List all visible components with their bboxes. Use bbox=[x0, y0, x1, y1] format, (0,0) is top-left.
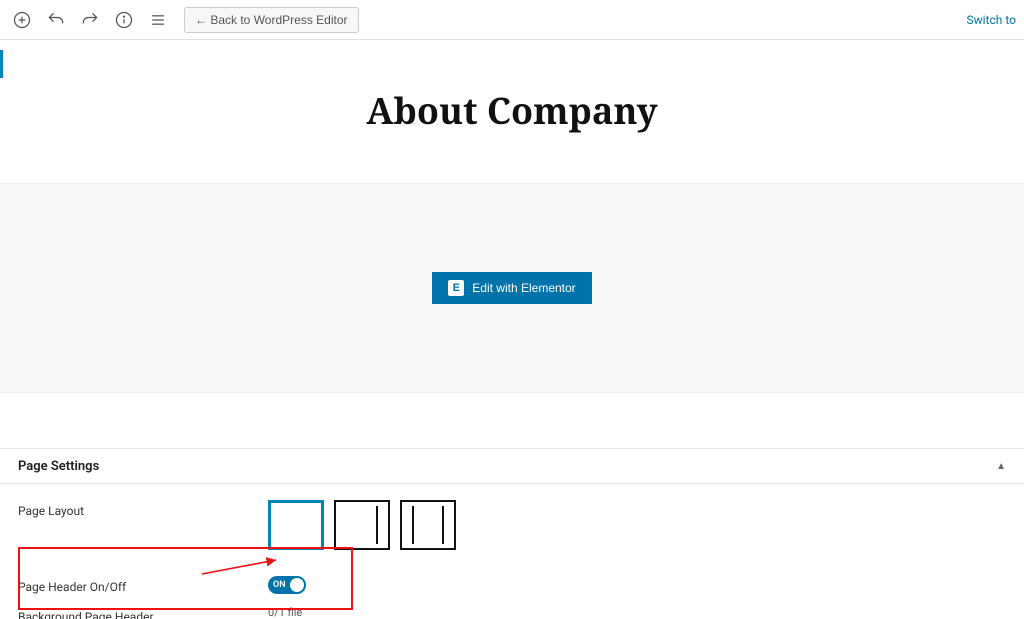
page-header-toggle-label: Page Header On/Off bbox=[18, 576, 268, 594]
background-header-label: Background Page Header bbox=[18, 606, 268, 619]
edit-with-elementor-button[interactable]: E Edit with Elementor bbox=[432, 272, 591, 304]
outline-icon[interactable] bbox=[144, 6, 172, 34]
layout-options bbox=[268, 500, 456, 550]
editor-canvas: E Edit with Elementor bbox=[0, 183, 1024, 393]
background-header-control: 0/1 file + Add Media bbox=[268, 606, 347, 619]
elementor-icon: E bbox=[448, 280, 464, 296]
page-header-toggle[interactable]: ON bbox=[268, 576, 306, 594]
elementor-button-label: Edit with Elementor bbox=[472, 281, 575, 295]
background-header-row: Background Page Header 0/1 file + Add Me… bbox=[18, 600, 1006, 619]
editor-toolbar: ← Back to WordPress Editor Switch to bbox=[0, 0, 1024, 40]
toggle-knob bbox=[290, 578, 304, 592]
layout-both-sidebars[interactable] bbox=[400, 500, 456, 550]
redo-icon[interactable] bbox=[76, 6, 104, 34]
spacer bbox=[0, 393, 1024, 448]
panel-title: Page Settings bbox=[18, 459, 99, 474]
switch-editor-link[interactable]: Switch to bbox=[966, 13, 1016, 27]
undo-icon[interactable] bbox=[42, 6, 70, 34]
page-header-toggle-row: Page Header On/Off ON bbox=[18, 570, 1006, 600]
sidebar-indicator bbox=[0, 50, 3, 78]
collapse-icon: ▲ bbox=[996, 461, 1006, 472]
page-settings-body: Page Layout Page Header On/Off ON Backgr… bbox=[0, 484, 1024, 619]
toggle-state-label: ON bbox=[273, 580, 286, 590]
back-to-wp-button[interactable]: ← Back to WordPress Editor bbox=[184, 7, 359, 33]
add-block-icon[interactable] bbox=[8, 6, 36, 34]
layout-full[interactable] bbox=[268, 500, 324, 550]
title-block: About Company bbox=[0, 40, 1024, 183]
page-layout-row: Page Layout bbox=[18, 494, 1006, 556]
file-count: 0/1 file bbox=[268, 606, 347, 619]
page-title[interactable]: About Company bbox=[0, 86, 1024, 135]
page-layout-label: Page Layout bbox=[18, 500, 268, 518]
info-icon[interactable] bbox=[110, 6, 138, 34]
page-settings-header[interactable]: Page Settings ▲ bbox=[0, 448, 1024, 484]
layout-right-sidebar[interactable] bbox=[334, 500, 390, 550]
